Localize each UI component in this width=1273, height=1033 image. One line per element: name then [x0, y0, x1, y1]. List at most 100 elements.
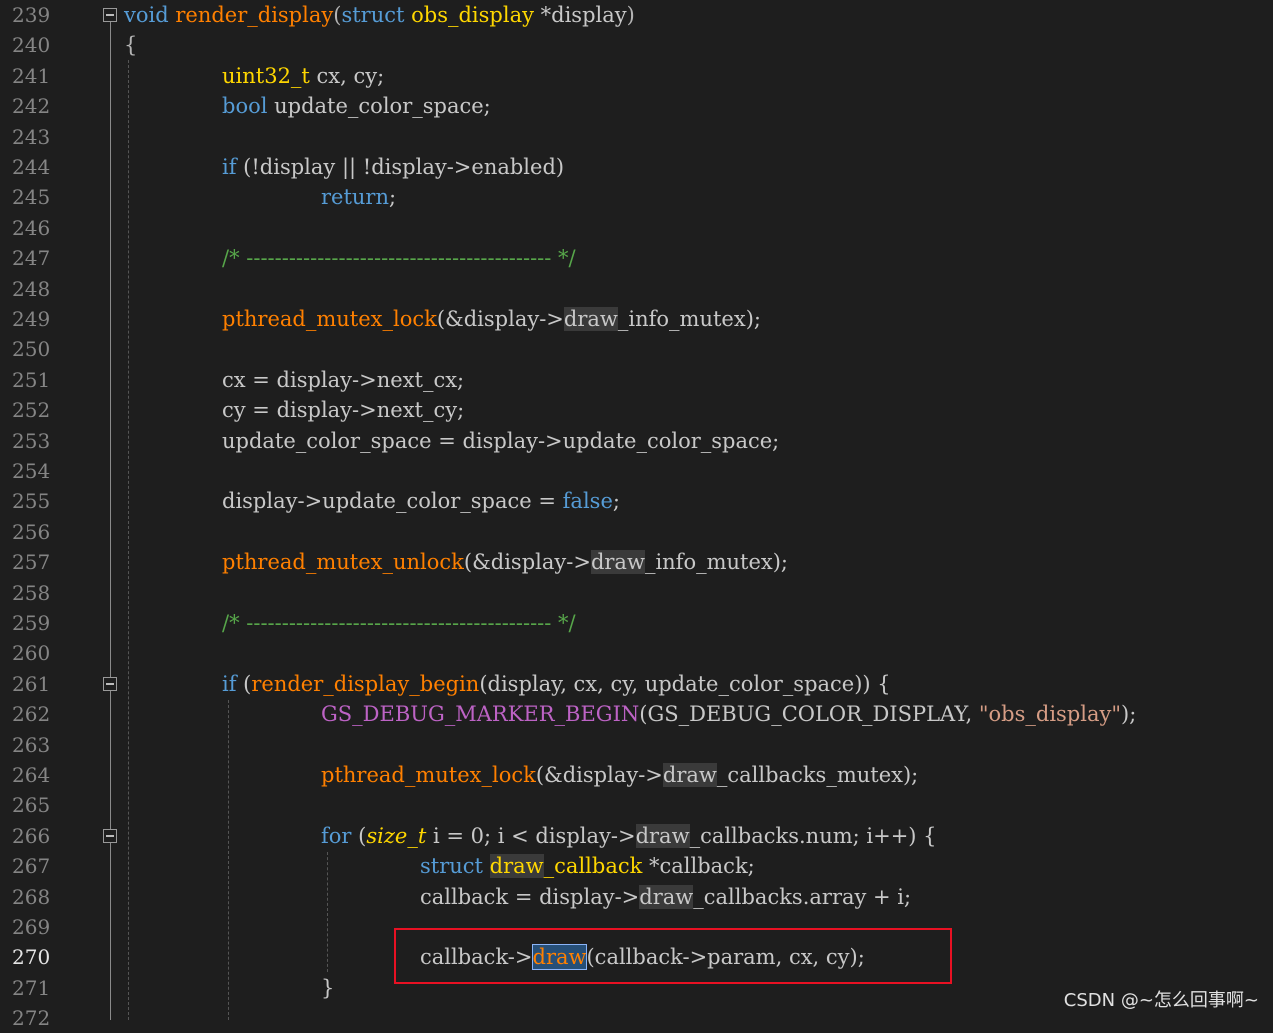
line-number: 271 [12, 975, 51, 1000]
code-line[interactable]: 259 /* ----------------------------------… [0, 608, 1273, 638]
code-text: pthread_mutex_lock(&display->draw_callba… [321, 760, 918, 790]
code-line[interactable]: 246 [0, 213, 1273, 243]
line-number: 249 [12, 307, 51, 331]
code-token: *callback; [642, 854, 755, 879]
code-line[interactable]: 250 [0, 334, 1273, 364]
code-token: draw [590, 550, 645, 575]
code-token: return [321, 185, 389, 210]
code-line[interactable]: 251 cx = display->next_cx; [0, 365, 1273, 395]
code-token: for [321, 823, 352, 848]
code-text: struct draw_callback *callback; [420, 851, 755, 881]
code-token: draw [563, 307, 618, 331]
line-number: 260 [12, 641, 51, 666]
code-token: obs_display [411, 3, 534, 27]
code-token: ( [351, 823, 367, 848]
line-number: 263 [12, 732, 51, 757]
line-number: 270 [12, 945, 51, 970]
code-line[interactable]: 263 [0, 730, 1273, 760]
code-text: /* -------------------------------------… [222, 243, 576, 273]
code-token: pthread_mutex_lock [321, 763, 536, 787]
code-line[interactable]: 266 for (size_t i = 0; i < display->draw_… [0, 821, 1273, 851]
code-token: _callbacks.array + i; [693, 884, 912, 909]
code-line[interactable]: 239 void render_display(struct obs_displa… [0, 0, 1273, 30]
code-token: *display [533, 3, 627, 27]
code-token: render_display [168, 3, 334, 27]
line-number: 254 [12, 459, 51, 483]
line-number: 257 [12, 550, 51, 575]
code-token: draw [635, 823, 690, 848]
line-number: 266 [12, 823, 51, 848]
code-token: cx, cy; [309, 63, 385, 88]
line-number: 246 [12, 215, 51, 240]
code-line[interactable]: 255 display->update_color_space = false; [0, 486, 1273, 516]
line-number: 262 [12, 702, 51, 727]
code-text: pthread_mutex_lock(&display->draw_info_m… [222, 304, 761, 334]
code-token: ; [612, 489, 620, 514]
code-line[interactable]: 249 pthread_mutex_lock(&display->draw_inf… [0, 304, 1273, 334]
code-editor[interactable]: 239 void render_display(struct obs_displa… [0, 0, 1273, 1030]
code-token: _callback [543, 854, 643, 879]
code-token: (!display || !display->enabled) [236, 155, 565, 179]
line-number: 248 [12, 276, 51, 301]
code-line[interactable]: 242 bool update_color_space; [0, 91, 1273, 121]
code-line[interactable]: 257 pthread_mutex_unlock(&display->draw_i… [0, 547, 1273, 577]
code-line[interactable]: 253 update_color_space = display->update_… [0, 426, 1273, 456]
line-number: 256 [12, 519, 51, 544]
line-number: 245 [12, 185, 51, 210]
code-text: if (!display || !display->enabled) [222, 152, 564, 182]
code-token: callback = display-> [420, 884, 640, 909]
code-line[interactable]: 243 [0, 122, 1273, 152]
code-line[interactable]: 258 [0, 578, 1273, 608]
line-number: 261 [12, 671, 51, 696]
code-line[interactable]: 240 { [0, 30, 1273, 60]
code-token: (&display-> [535, 763, 663, 787]
line-number: 240 [12, 33, 51, 58]
code-line[interactable]: 247 /* ----------------------------------… [0, 243, 1273, 273]
code-token: /* -------------------------------------… [222, 611, 576, 635]
code-line[interactable]: 264 pthread_mutex_lock(&display->draw_cal… [0, 760, 1273, 790]
code-text: if (render_display_begin(display, cx, cy… [222, 669, 891, 699]
code-token: _callbacks_mutex); [716, 763, 919, 787]
code-token: (display, cx, cy, update_color_space)) { [479, 671, 891, 696]
code-token: pthread_mutex_unlock [222, 550, 464, 575]
code-line[interactable]: 268 callback = display->draw_callbacks.ar… [0, 882, 1273, 912]
line-number: 239 [12, 3, 51, 27]
code-text: update_color_space = display->update_col… [222, 426, 779, 456]
code-token: struct [420, 854, 483, 879]
code-token: i = 0; i < display-> [426, 823, 636, 848]
line-number: 241 [12, 63, 51, 88]
line-number: 265 [12, 793, 51, 818]
code-line[interactable]: 261 if (render_display_begin(display, cx,… [0, 669, 1273, 699]
line-number: 258 [12, 580, 51, 605]
code-line[interactable]: 245 return; [0, 182, 1273, 212]
code-line[interactable]: 254 [0, 456, 1273, 486]
code-line[interactable]: 244 if (!display || !display->enabled) [0, 152, 1273, 182]
line-number: 259 [12, 611, 51, 635]
code-token: draw [639, 884, 694, 909]
code-token: _callbacks.num; i++) { [689, 823, 937, 848]
code-token: (GS_DEBUG_COLOR_DISPLAY, [639, 702, 979, 727]
code-token: /* -------------------------------------… [222, 246, 576, 271]
line-number: 247 [12, 246, 51, 271]
code-text: cx = display->next_cx; [222, 365, 464, 395]
code-line[interactable]: 252 cy = display->next_cy; [0, 395, 1273, 425]
code-line[interactable]: 241 uint32_t cx, cy; [0, 61, 1273, 91]
code-line[interactable]: 256 [0, 517, 1273, 547]
line-number: 269 [12, 915, 51, 939]
code-text: callback = display->draw_callbacks.array… [420, 882, 911, 912]
code-line[interactable]: 262 GS_DEBUG_MARKER_BEGIN(GS_DEBUG_COLOR_… [0, 699, 1273, 729]
code-token: { [124, 33, 138, 58]
code-token: ) [626, 3, 635, 27]
code-text: display->update_color_space = false; [222, 486, 620, 516]
code-text: } [321, 973, 334, 1003]
code-line[interactable]: 267 struct draw_callback *callback; [0, 851, 1273, 881]
code-line[interactable]: 260 [0, 638, 1273, 668]
code-token: ; [389, 185, 397, 210]
code-token: _info_mutex); [617, 307, 761, 331]
code-line[interactable]: 265 [0, 790, 1273, 820]
code-text: cy = display->next_cy; [222, 395, 464, 425]
code-text: bool update_color_space; [222, 91, 491, 121]
code-text: GS_DEBUG_MARKER_BEGIN(GS_DEBUG_COLOR_DIS… [321, 699, 1136, 729]
code-text: void render_display(struct obs_display *… [124, 0, 635, 30]
code-line[interactable]: 248 [0, 274, 1273, 304]
